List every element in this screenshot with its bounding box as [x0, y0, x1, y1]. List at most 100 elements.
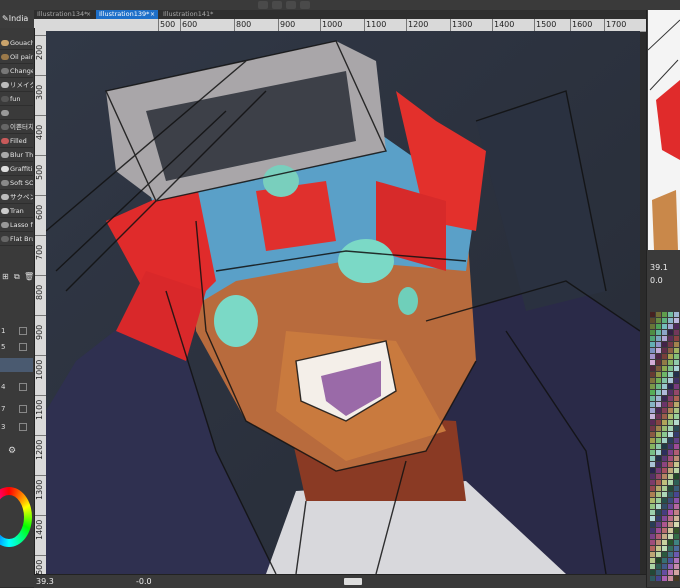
- palette-swatch[interactable]: [662, 474, 667, 479]
- settings-icon[interactable]: ⚙: [8, 446, 16, 456]
- palette-swatch[interactable]: [668, 402, 673, 407]
- palette-swatch[interactable]: [650, 462, 655, 467]
- palette-swatch[interactable]: [656, 576, 661, 581]
- palette-swatch[interactable]: [674, 570, 679, 575]
- palette-swatch[interactable]: [668, 372, 673, 377]
- current-brush-chip[interactable]: ✎India: [0, 10, 34, 28]
- palette-swatch[interactable]: [668, 450, 673, 455]
- close-icon[interactable]: ×: [150, 10, 155, 19]
- palette-swatch[interactable]: [650, 522, 655, 527]
- palette-swatch[interactable]: [668, 498, 673, 503]
- palette-swatch[interactable]: [650, 570, 655, 575]
- palette-swatch[interactable]: [668, 486, 673, 491]
- palette-swatch[interactable]: [668, 366, 673, 371]
- palette-swatch[interactable]: [650, 402, 655, 407]
- palette-swatch[interactable]: [674, 468, 679, 473]
- palette-swatch[interactable]: [650, 444, 655, 449]
- brush-item[interactable]: [0, 106, 33, 120]
- palette-swatch[interactable]: [662, 414, 667, 419]
- palette-swatch[interactable]: [674, 426, 679, 431]
- palette-swatch[interactable]: [668, 528, 673, 533]
- palette-swatch[interactable]: [662, 516, 667, 521]
- palette-swatch[interactable]: [656, 324, 661, 329]
- palette-swatch[interactable]: [668, 360, 673, 365]
- palette-swatch[interactable]: [650, 336, 655, 341]
- palette-swatch[interactable]: [662, 396, 667, 401]
- palette-swatch[interactable]: [650, 378, 655, 383]
- palette-swatch[interactable]: [662, 522, 667, 527]
- palette-swatch[interactable]: [650, 438, 655, 443]
- palette-swatch[interactable]: [650, 390, 655, 395]
- palette-swatch[interactable]: [668, 558, 673, 563]
- palette-swatch[interactable]: [662, 468, 667, 473]
- palette-swatch[interactable]: [656, 312, 661, 317]
- palette-swatch[interactable]: [668, 522, 673, 527]
- palette-swatch[interactable]: [668, 390, 673, 395]
- palette-swatch[interactable]: [674, 462, 679, 467]
- palette-swatch[interactable]: [650, 468, 655, 473]
- palette-swatch[interactable]: [650, 492, 655, 497]
- palette-swatch[interactable]: [650, 552, 655, 557]
- palette-swatch[interactable]: [668, 444, 673, 449]
- palette-swatch[interactable]: [674, 378, 679, 383]
- palette-swatch[interactable]: [650, 486, 655, 491]
- palette-swatch[interactable]: [674, 534, 679, 539]
- palette-swatch[interactable]: [650, 426, 655, 431]
- palette-swatch[interactable]: [662, 498, 667, 503]
- palette-swatch[interactable]: [668, 312, 673, 317]
- palette-swatch[interactable]: [650, 528, 655, 533]
- palette-swatch[interactable]: [650, 312, 655, 317]
- palette-swatch[interactable]: [662, 570, 667, 575]
- spacing-control[interactable]: 3: [0, 420, 33, 434]
- palette-swatch[interactable]: [650, 384, 655, 389]
- palette-swatch[interactable]: [662, 558, 667, 563]
- palette-swatch[interactable]: [656, 366, 661, 371]
- palette-swatch[interactable]: [662, 408, 667, 413]
- palette-swatch[interactable]: [668, 552, 673, 557]
- palette-swatch[interactable]: [650, 354, 655, 359]
- palette-swatch[interactable]: [662, 492, 667, 497]
- palette-swatch[interactable]: [662, 348, 667, 353]
- brush-item[interactable]: Flat Brush: [0, 232, 33, 246]
- palette-swatch[interactable]: [674, 510, 679, 515]
- palette-swatch[interactable]: [668, 474, 673, 479]
- palette-swatch[interactable]: [656, 414, 661, 419]
- palette-swatch[interactable]: [674, 336, 679, 341]
- density-control[interactable]: 4: [0, 380, 33, 394]
- tool-icon[interactable]: [286, 1, 296, 9]
- palette-swatch[interactable]: [674, 504, 679, 509]
- tool-icon[interactable]: [258, 1, 268, 9]
- palette-swatch[interactable]: [656, 420, 661, 425]
- palette-swatch[interactable]: [650, 318, 655, 323]
- palette-swatch[interactable]: [650, 564, 655, 569]
- close-icon[interactable]: ×: [86, 10, 91, 19]
- palette-swatch[interactable]: [662, 336, 667, 341]
- palette-swatch[interactable]: [656, 564, 661, 569]
- palette-swatch[interactable]: [668, 456, 673, 461]
- palette-swatch[interactable]: [650, 516, 655, 521]
- palette-swatch[interactable]: [674, 438, 679, 443]
- palette-swatch[interactable]: [662, 318, 667, 323]
- palette-swatch[interactable]: [656, 396, 661, 401]
- palette-swatch[interactable]: [662, 576, 667, 581]
- palette-swatch[interactable]: [650, 576, 655, 581]
- palette-swatch[interactable]: [674, 516, 679, 521]
- palette-swatch[interactable]: [668, 540, 673, 545]
- palette-swatch[interactable]: [668, 318, 673, 323]
- palette-swatch[interactable]: [656, 336, 661, 341]
- palette-swatch[interactable]: [656, 534, 661, 539]
- palette-swatch[interactable]: [650, 396, 655, 401]
- palette-swatch[interactable]: [650, 450, 655, 455]
- add-icon[interactable]: ⊞: [2, 272, 9, 281]
- palette-swatch[interactable]: [674, 324, 679, 329]
- palette-swatch[interactable]: [656, 354, 661, 359]
- palette-swatch[interactable]: [662, 354, 667, 359]
- palette-swatch[interactable]: [674, 522, 679, 527]
- palette-swatch[interactable]: [674, 384, 679, 389]
- palette-swatch[interactable]: [668, 378, 673, 383]
- palette-swatch[interactable]: [656, 474, 661, 479]
- palette-swatch[interactable]: [656, 456, 661, 461]
- palette-swatch[interactable]: [656, 540, 661, 545]
- palette-swatch[interactable]: [650, 546, 655, 551]
- palette-swatch[interactable]: [674, 540, 679, 545]
